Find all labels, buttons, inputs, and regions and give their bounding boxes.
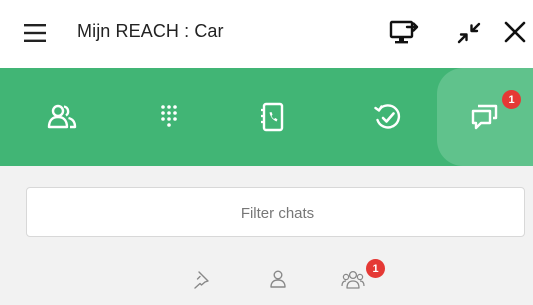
close-icon: [504, 21, 526, 43]
chat-icon: [471, 104, 498, 130]
history-check-icon: [374, 104, 401, 129]
main-nav: 1: [0, 68, 533, 166]
filter-direct[interactable]: [261, 262, 295, 296]
address-book-icon: [261, 102, 284, 132]
tab-history[interactable]: [343, 68, 433, 166]
group-icon: [341, 270, 365, 289]
filter-chats-input[interactable]: [27, 188, 528, 238]
minimize-button[interactable]: [451, 14, 487, 50]
filter-pinned[interactable]: [185, 262, 219, 296]
tab-dialpad[interactable]: [124, 68, 214, 166]
monitor-share-button[interactable]: [386, 14, 422, 50]
user-icon: [270, 270, 286, 288]
title-bar: Mijn REACH : Car: [0, 0, 533, 68]
chats-unread-badge: 1: [502, 90, 521, 109]
pin-icon: [194, 271, 209, 289]
dialpad-icon: [161, 105, 177, 127]
hamburger-icon: [24, 24, 46, 42]
tab-phonebook[interactable]: [227, 68, 317, 166]
users-icon: [47, 104, 77, 129]
close-button[interactable]: [497, 14, 533, 50]
search-box: [26, 187, 528, 238]
filter-groups[interactable]: 1: [336, 259, 385, 296]
monitor-share-icon: [389, 20, 419, 44]
window-title: Mijn REACH : Car: [77, 21, 224, 41]
minimize-icon: [457, 22, 481, 44]
tab-contacts[interactable]: [17, 68, 107, 166]
groups-unread-badge: 1: [366, 259, 385, 278]
tab-chats[interactable]: 1: [437, 68, 533, 166]
menu-button[interactable]: [22, 20, 48, 46]
